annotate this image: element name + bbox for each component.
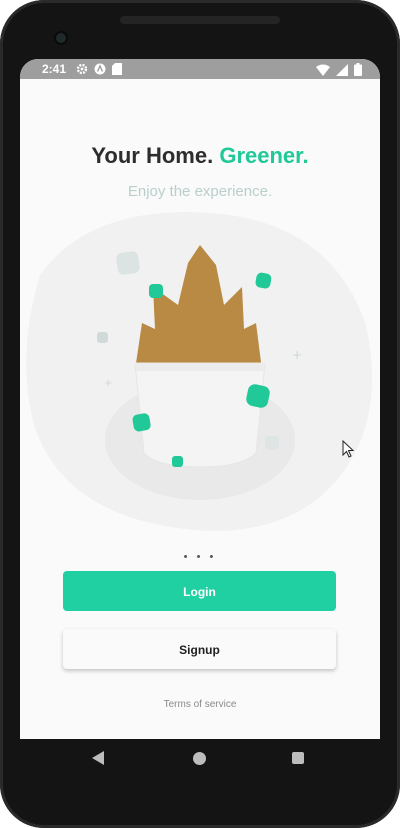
decor-square: [265, 436, 279, 450]
sd-card-icon: [112, 63, 122, 75]
mouse-cursor-icon: [342, 440, 354, 458]
page-subtitle: Enjoy the experience.: [127, 183, 273, 200]
decor-square: [97, 332, 108, 343]
decor-square: [116, 251, 140, 275]
status-time: 2:41: [42, 62, 67, 76]
login-button[interactable]: Login: [63, 571, 336, 611]
status-bar: 2:41: [20, 59, 380, 79]
speaker-grille: [120, 16, 280, 24]
app-screen: 2:41 Your Home. Greener. Enjoy the exper…: [20, 59, 380, 739]
title-primary: Your Home.: [91, 143, 214, 168]
title-accent: Greener.: [219, 143, 309, 168]
status-icons-left: [76, 63, 122, 75]
gear-icon: [76, 63, 88, 75]
home-icon[interactable]: [193, 752, 206, 765]
recents-icon[interactable]: [292, 752, 304, 764]
system-nav-bar: [20, 739, 380, 779]
plant-illustration: + +: [26, 212, 373, 531]
front-camera: [56, 33, 66, 43]
battery-icon: [354, 63, 362, 76]
status-icons-right: [316, 63, 362, 76]
decor-square: [172, 456, 183, 467]
page-title: Your Home. Greener.: [20, 143, 380, 169]
app-notification-icon: [94, 63, 106, 75]
sparkle-icon: +: [104, 378, 112, 389]
decor-square: [149, 284, 163, 298]
page-indicator: • • •: [183, 551, 217, 563]
wifi-icon: [316, 64, 330, 76]
terms-of-service-link[interactable]: Terms of service: [20, 699, 380, 710]
decor-square: [132, 413, 151, 432]
phone-frame: 2:41 Your Home. Greener. Enjoy the exper…: [0, 0, 400, 828]
sparkle-icon: +: [292, 348, 302, 362]
back-icon[interactable]: [92, 751, 106, 765]
signal-icon: [336, 63, 348, 76]
signup-button[interactable]: Signup: [63, 629, 336, 669]
pot-icon: [134, 362, 266, 468]
